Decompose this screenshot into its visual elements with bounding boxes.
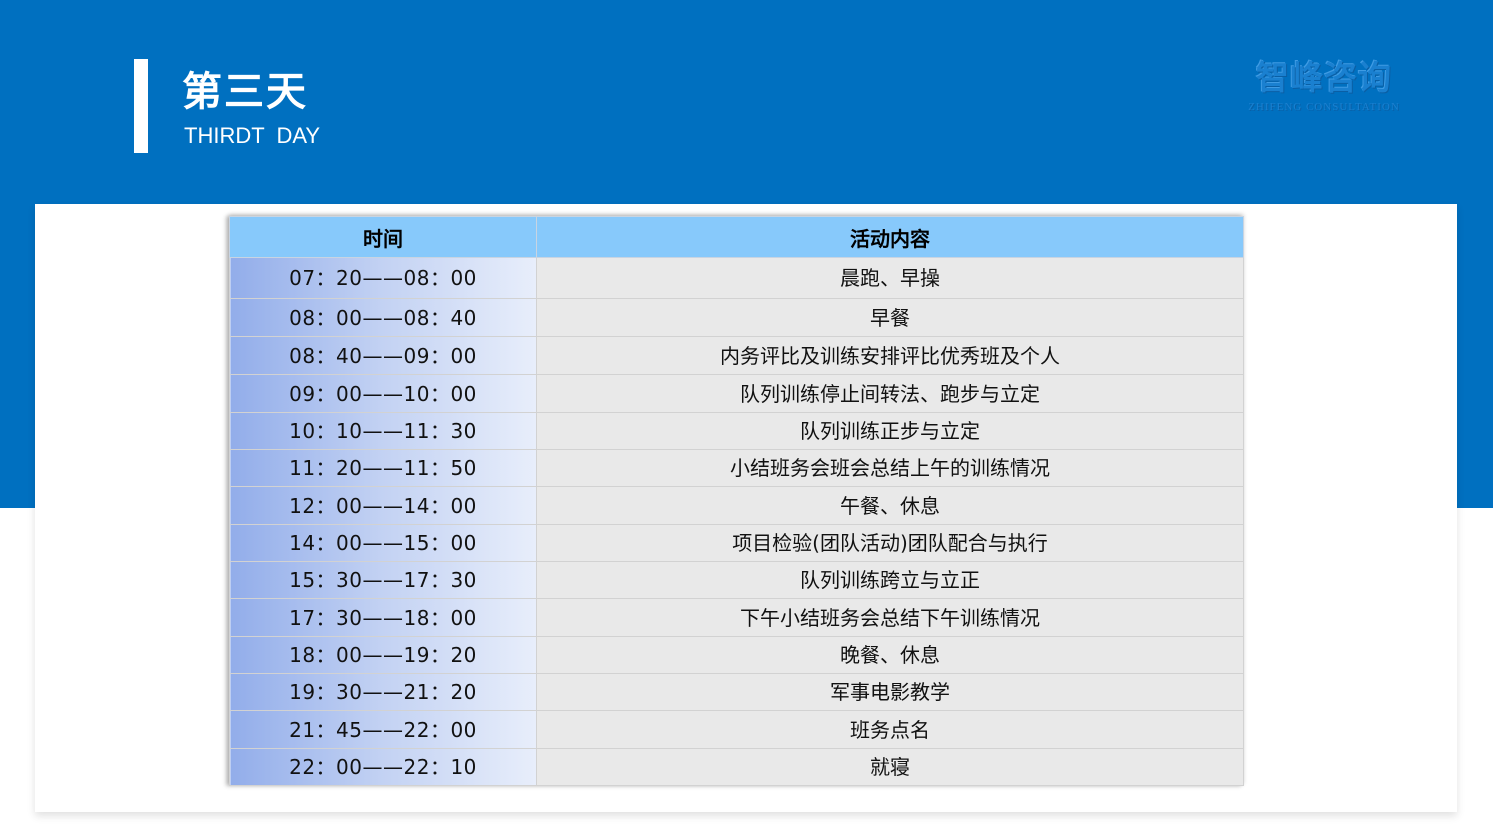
time-cell: 22：00——22：10: [229, 748, 537, 786]
table-row: 09：00——10：00 队列训练停止间转法、跑步与立定: [229, 374, 1244, 413]
activity-cell: 小结班务会班会总结上午的训练情况: [536, 449, 1244, 487]
activity-cell: 下午小结班务会总结下午训练情况: [536, 598, 1244, 637]
logo-text-cn: 智峰咨询: [1256, 58, 1392, 97]
activity-cell: 队列训练正步与立定: [536, 412, 1244, 450]
time-cell: 15：30——17：30: [229, 561, 537, 599]
activity-cell: 午餐、休息: [536, 486, 1244, 525]
time-cell: 18：00——19：20: [229, 636, 537, 674]
table-row: 22：00——22：10 就寝: [229, 748, 1244, 786]
table-row: 12：00——14：00 午餐、休息: [229, 486, 1244, 525]
table-row: 08：40——09：00 内务评比及训练安排评比优秀班及个人: [229, 336, 1244, 375]
activity-cell: 早餐: [536, 298, 1244, 337]
page-subtitle: THIRDT DAY: [184, 123, 321, 148]
table-row: 21：45——22：00 班务点名: [229, 710, 1244, 749]
column-header-activity: 活动内容: [536, 216, 1244, 258]
table-row: 08：00——08：40 早餐: [229, 298, 1244, 337]
activity-cell: 军事电影教学: [536, 673, 1244, 711]
table-row: 11：20——11：50 小结班务会班会总结上午的训练情况: [229, 449, 1244, 487]
table-row: 18：00——19：20 晚餐、休息: [229, 636, 1244, 674]
column-header-time: 时间: [229, 216, 537, 258]
table-row: 19：30——21：20 军事电影教学: [229, 673, 1244, 711]
time-cell: 11：20——11：50: [229, 449, 537, 487]
activity-cell: 晨跑、早操: [536, 257, 1244, 299]
time-cell: 07：20——08：00: [229, 257, 537, 299]
activity-cell: 项目检验(团队活动)团队配合与执行: [536, 524, 1244, 562]
time-cell: 19：30——21：20: [229, 673, 537, 711]
time-cell: 10：10——11：30: [229, 412, 537, 450]
activity-cell: 队列训练跨立与立正: [536, 561, 1244, 599]
time-cell: 12：00——14：00: [229, 486, 537, 525]
time-cell: 08：00——08：40: [229, 298, 537, 337]
page-title: 第三天: [182, 69, 308, 115]
table-row: 07：20——08：00 晨跑、早操: [229, 257, 1244, 299]
activity-cell: 就寝: [536, 748, 1244, 786]
time-cell: 14：00——15：00: [229, 524, 537, 562]
activity-cell: 队列训练停止间转法、跑步与立定: [536, 374, 1244, 413]
table-row: 17：30——18：00 下午小结班务会总结下午训练情况: [229, 598, 1244, 637]
title-accent-bar: [134, 59, 148, 153]
time-cell: 17：30——18：00: [229, 598, 537, 637]
table-header-row: 时间 活动内容: [229, 216, 1244, 258]
activity-cell: 内务评比及训练安排评比优秀班及个人: [536, 336, 1244, 375]
table-row: 15：30——17：30 队列训练跨立与立正: [229, 561, 1244, 599]
logo-text-en: ZHIFENG CONSULTATION: [1248, 101, 1400, 113]
table-row: 10：10——11：30 队列训练正步与立定: [229, 412, 1244, 450]
table-row: 14：00——15：00 项目检验(团队活动)团队配合与执行: [229, 524, 1244, 562]
time-cell: 21：45——22：00: [229, 710, 537, 749]
time-cell: 09：00——10：00: [229, 374, 537, 413]
activity-cell: 班务点名: [536, 710, 1244, 749]
time-cell: 08：40——09：00: [229, 336, 537, 375]
schedule-body: 07：20——08：00 晨跑、早操 08：00——08：40 早餐 08：40——09…: [229, 257, 1244, 786]
schedule-table: 时间 活动内容 07：20——08：00 晨跑、早操 08：00——08：40 早餐 0…: [229, 216, 1244, 786]
company-logo: 智峰咨询 ZHIFENG CONSULTATION: [1246, 58, 1402, 118]
activity-cell: 晚餐、休息: [536, 636, 1244, 674]
